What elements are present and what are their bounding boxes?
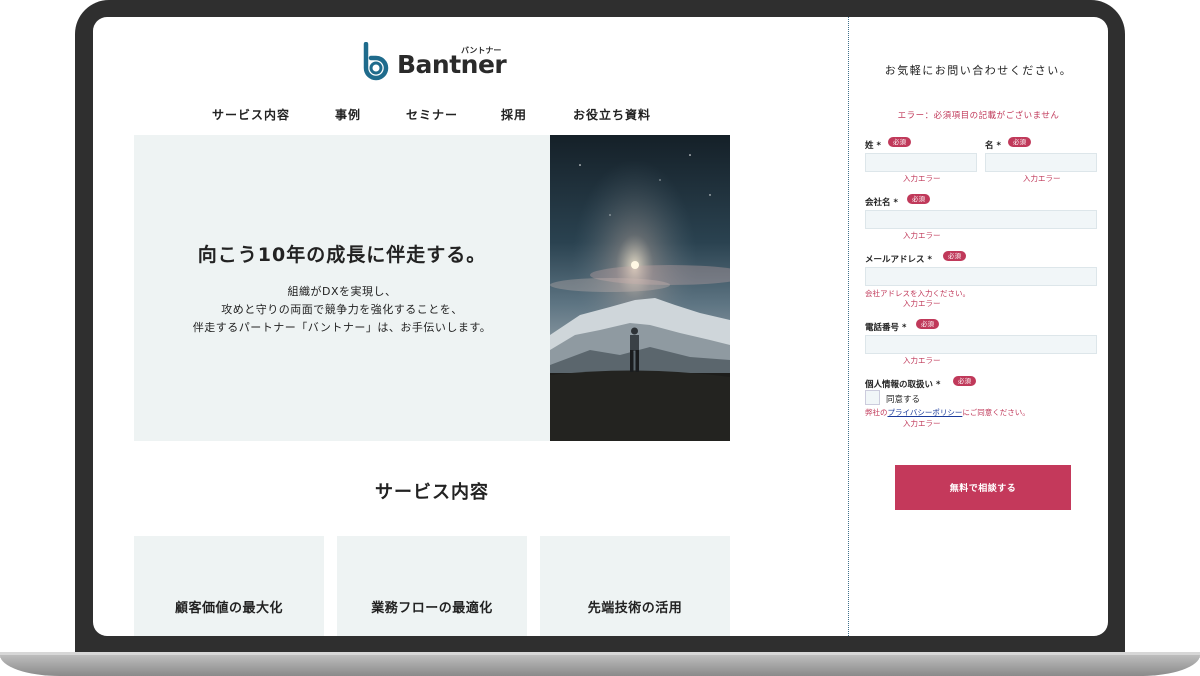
hero-body-line: 攻めと守りの両面で競争力を強化することを、 bbox=[221, 303, 463, 316]
nav-item-resources[interactable]: お役立ち資料 bbox=[573, 106, 651, 123]
hero-image-mountain-night bbox=[550, 135, 730, 441]
hero-title: 向こう10年の成長に伴走する。 bbox=[197, 244, 487, 266]
required-badge: 必須 bbox=[1008, 137, 1031, 147]
laptop-base bbox=[0, 655, 1200, 676]
email-label: メールアドレス * bbox=[865, 255, 932, 265]
nav-item-cases[interactable]: 事例 bbox=[335, 106, 361, 123]
privacy-error: 入力エラー bbox=[903, 419, 941, 428]
nav-item-recruit[interactable]: 採用 bbox=[501, 106, 527, 123]
last-name-input[interactable] bbox=[865, 153, 977, 172]
phone-error: 入力エラー bbox=[903, 356, 941, 365]
last-name-label: 姓 * bbox=[865, 141, 881, 151]
first-name-input[interactable] bbox=[985, 153, 1097, 172]
email-input[interactable] bbox=[865, 267, 1097, 286]
nav-item-seminar[interactable]: セミナー bbox=[406, 106, 458, 123]
hero-section: 向こう10年の成長に伴走する。 組織がDXを実現し、 攻めと守りの両面で競争力を… bbox=[134, 135, 730, 441]
privacy-note: 弊社のプライバシーポリシーにご同意ください。 bbox=[865, 407, 1030, 418]
company-input[interactable] bbox=[865, 210, 1097, 229]
company-error: 入力エラー bbox=[903, 231, 941, 240]
required-badge: 必須 bbox=[907, 194, 930, 204]
required-badge: 必須 bbox=[888, 137, 911, 147]
first-name-label: 名 * bbox=[985, 141, 1001, 151]
privacy-label: 個人情報の取扱い * bbox=[865, 380, 941, 390]
required-badge: 必須 bbox=[916, 319, 939, 329]
phone-label: 電話番号 * bbox=[865, 323, 907, 333]
agree-label[interactable]: 同意する bbox=[886, 393, 920, 405]
main-nav: サービス内容 事例 セミナー 採用 お役立ち資料 bbox=[93, 106, 848, 124]
privacy-suffix: にご同意ください。 bbox=[962, 408, 1030, 417]
privacy-prefix: 弊社の bbox=[865, 408, 888, 417]
hero-body-line: 組織がDXを実現し、 bbox=[287, 285, 397, 298]
website: バントナー Bantner サービス内容 事例 セミナー 採用 お役立ち資料 向… bbox=[93, 17, 848, 636]
form-error-message: エラー：必須項目の記載がございません bbox=[897, 111, 1060, 121]
service-card-customer-value[interactable]: 顧客価値の最大化 bbox=[134, 536, 324, 636]
privacy-policy-link[interactable]: プライバシーポリシー bbox=[888, 408, 963, 417]
service-card-label: 先端技術の活用 bbox=[587, 601, 683, 616]
required-badge: 必須 bbox=[953, 376, 976, 386]
hero-body: 組織がDXを実現し、 攻めと守りの両面で競争力を強化することを、 伴走するパート… bbox=[134, 283, 550, 337]
required-badge: 必須 bbox=[943, 251, 966, 261]
service-card-label: 業務フローの最適化 bbox=[371, 601, 493, 616]
phone-input[interactable] bbox=[865, 335, 1097, 354]
agree-checkbox[interactable] bbox=[865, 390, 880, 405]
services-title: サービス内容 bbox=[375, 482, 489, 503]
last-name-error: 入力エラー bbox=[903, 174, 941, 183]
form-heading: お気軽にお問い合わせください。 bbox=[884, 64, 1073, 77]
submit-consult-button[interactable]: 無料で相談する bbox=[895, 465, 1071, 510]
brand-logo-mark-icon bbox=[363, 42, 389, 81]
contact-form: お気軽にお問い合わせください。 エラー：必須項目の記載がございません 姓 * 必… bbox=[849, 17, 1108, 636]
service-card-label: 顧客価値の最大化 bbox=[174, 601, 283, 616]
brand-logo[interactable]: バントナー Bantner bbox=[360, 42, 520, 84]
laptop-screen: バントナー Bantner サービス内容 事例 セミナー 採用 お役立ち資料 向… bbox=[93, 17, 1108, 636]
hero-body-line: 伴走するパートナー「バントナー」は、お手伝いします。 bbox=[192, 321, 492, 334]
service-card-technology[interactable]: 先端技術の活用 bbox=[540, 536, 730, 636]
first-name-error: 入力エラー bbox=[1023, 174, 1061, 183]
company-label: 会社名 * bbox=[865, 198, 898, 208]
nav-item-services[interactable]: サービス内容 bbox=[212, 106, 290, 123]
email-error: 入力エラー bbox=[903, 299, 941, 308]
brand-name: Bantner bbox=[397, 50, 507, 79]
service-card-workflow[interactable]: 業務フローの最適化 bbox=[337, 536, 527, 636]
